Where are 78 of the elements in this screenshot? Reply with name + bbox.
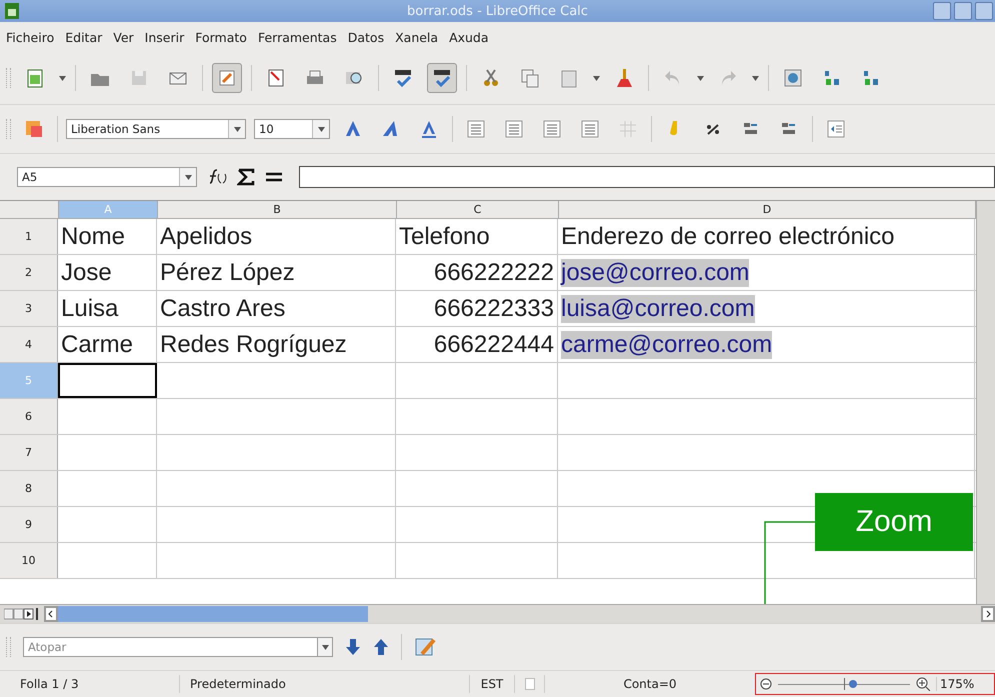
link-cell[interactable]: carme@correo.com — [558, 327, 975, 362]
menu-item[interactable]: Inserir — [144, 30, 184, 44]
table-cell: Castro Ares — [157, 291, 396, 326]
vertical-scrollbar[interactable] — [976, 201, 995, 604]
formula-input[interactable] — [299, 166, 995, 188]
pencil-icon[interactable] — [212, 63, 242, 93]
table-cell: Redes Rogríguez — [157, 327, 396, 362]
sum-icon[interactable] — [237, 168, 255, 186]
row-header[interactable]: 9 — [0, 507, 58, 542]
sum-label: Conta=0 — [622, 676, 678, 693]
zoom-in-icon[interactable] — [916, 677, 930, 691]
column-header[interactable]: C — [397, 201, 559, 218]
menu-item[interactable]: Datos — [348, 30, 384, 44]
window-title: borrar.ods - LibreOffice Calc — [407, 4, 588, 18]
spellcheck-icon[interactable] — [427, 63, 457, 93]
caret-icon[interactable] — [697, 76, 704, 80]
menu-item[interactable]: Axuda — [449, 30, 489, 44]
font-name-field[interactable]: Liberation Sans — [66, 119, 246, 139]
row-header[interactable]: 10 — [0, 543, 58, 578]
scroll-left-icon[interactable] — [44, 606, 58, 622]
table-cell: Nome — [58, 219, 157, 254]
scroll-right-icon[interactable] — [981, 606, 995, 622]
font-size-field[interactable]: 10 — [254, 119, 330, 139]
table-cell: Telefono — [396, 219, 558, 254]
zoom-percent: 175% — [936, 677, 974, 691]
row-header[interactable]: 8 — [0, 471, 58, 506]
name-box[interactable]: A5 — [17, 167, 197, 187]
table-cell: 666222444 — [396, 327, 558, 362]
arrow-down-icon[interactable] — [345, 638, 361, 656]
row-header[interactable]: 7 — [0, 435, 58, 470]
cell-cursor[interactable] — [58, 363, 157, 398]
caret-icon[interactable] — [184, 174, 192, 180]
table-cell: 666222222 — [396, 255, 558, 290]
callout-box: Zoom — [815, 493, 973, 551]
row-header[interactable]: 2 — [0, 255, 58, 290]
caret-icon[interactable] — [593, 76, 600, 80]
function-wizard-icon[interactable] — [207, 169, 227, 185]
dropdown-button[interactable] — [317, 637, 333, 657]
row-header[interactable]: 1 — [0, 219, 58, 254]
row-header[interactable]: 3 — [0, 291, 58, 326]
zoom-out-icon[interactable] — [760, 678, 772, 690]
arrow-up-icon[interactable] — [373, 638, 389, 656]
caret-icon[interactable] — [234, 126, 240, 132]
equals-icon[interactable] — [265, 171, 283, 183]
sheet-indicator: Folla 1 / 3 — [0, 675, 180, 693]
caret-icon[interactable] — [318, 126, 324, 132]
row-header[interactable]: 6 — [0, 399, 58, 434]
maximize-button[interactable] — [954, 2, 972, 20]
find-field[interactable]: Atopar — [23, 637, 317, 657]
spreadsheet-icon — [5, 3, 19, 19]
caret-icon[interactable] — [59, 76, 66, 80]
table-cell: Carme — [58, 327, 157, 362]
link-cell[interactable]: luisa@correo.com — [558, 291, 975, 326]
page-style-label: Predeterminado — [180, 675, 470, 693]
table-cell: Luisa — [58, 291, 157, 326]
table-cell: Enderezo de correo electrónico — [558, 219, 975, 254]
link-cell[interactable]: jose@correo.com — [558, 255, 975, 290]
table-cell: Pérez López — [157, 255, 396, 290]
menu-item[interactable]: Editar — [65, 30, 102, 44]
menu-item[interactable]: Ficheiro — [6, 30, 54, 44]
scrollbar-thumb[interactable] — [58, 606, 368, 622]
menu-item[interactable]: Ver — [113, 30, 134, 44]
table-cell: 666222333 — [396, 291, 558, 326]
insert-mode-label: EST — [470, 675, 515, 693]
slider-thumb[interactable] — [849, 680, 858, 688]
table-cell: Jose — [58, 255, 157, 290]
menu-item[interactable]: Ferramentas — [258, 30, 337, 44]
find-replace-icon[interactable] — [414, 636, 438, 658]
menu-item[interactable]: Xanela — [395, 30, 438, 44]
minimize-button[interactable] — [933, 2, 951, 20]
caret-icon[interactable] — [752, 76, 759, 80]
column-header[interactable]: B — [158, 201, 397, 218]
menu-item[interactable]: Formato — [195, 30, 247, 44]
close-button[interactable] — [975, 2, 993, 20]
table-cell: Apelidos — [157, 219, 396, 254]
document-icon — [524, 678, 534, 690]
row-header[interactable]: 4 — [0, 327, 58, 362]
caret-icon[interactable] — [322, 644, 328, 650]
